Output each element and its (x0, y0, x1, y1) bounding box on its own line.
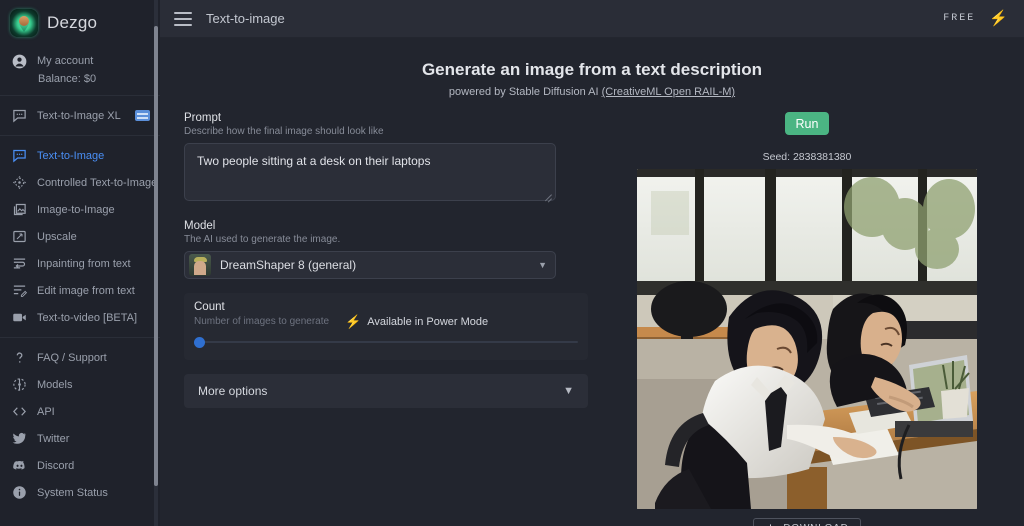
brand[interactable]: Dezgo (0, 0, 160, 46)
count-help: Number of images to generate (194, 316, 330, 327)
sidebar-scrollbar[interactable] (154, 0, 158, 526)
sidebar-item-upscale[interactable]: Upscale (0, 223, 160, 250)
download-button[interactable]: DOWNLOAD (753, 518, 861, 526)
app-root: Dezgo My account Balance: $0 Text-to-Ima… (0, 0, 1024, 526)
seed-label: Seed: 2838381380 (762, 151, 852, 163)
form-column: Prompt Describe how the final image shou… (184, 112, 614, 526)
license-link[interactable]: (CreativeML Open RAIL-M) (602, 86, 735, 98)
edit-pencil-icon (10, 282, 28, 300)
models-node-icon (10, 376, 28, 394)
dezgo-logo-icon (10, 9, 38, 37)
prompt-label: Prompt (184, 112, 222, 124)
page-title: Generate an image from a text descriptio… (421, 60, 763, 79)
chevron-down-icon: ▼ (563, 385, 574, 397)
sidebar-item-label: Text-to-video [BETA] (37, 311, 138, 324)
more-options-label: More options (198, 384, 268, 398)
sidebar-item-label: API (37, 405, 55, 418)
inpaint-lines-icon (10, 255, 28, 273)
sidebar-item-text-to-image-xl[interactable]: Text-to-Image XL (0, 102, 160, 129)
account-balance: Balance: $0 (38, 73, 97, 85)
generated-image[interactable] (637, 169, 977, 509)
count-slider-thumb[interactable] (194, 337, 205, 348)
model-help: The AI used to generate the image. (184, 234, 341, 245)
two-column-layout: Prompt Describe how the final image shou… (160, 112, 1024, 526)
sidebar-item-label: Text-to-Image (37, 149, 105, 162)
sidebar-item-label: System Status (37, 486, 108, 499)
count-label: Count (194, 301, 225, 313)
chevron-down-icon: ▼ (538, 260, 547, 270)
prompt-input[interactable] (184, 143, 556, 201)
sidebar-item-discord[interactable]: Discord (0, 452, 160, 479)
count-slider[interactable] (194, 336, 578, 348)
sidebar-item-faq-support[interactable]: FAQ / Support (0, 344, 160, 371)
sidebar: Dezgo My account Balance: $0 Text-to-Ima… (0, 0, 160, 526)
sidebar-item-label: Edit image from text (37, 284, 135, 297)
lightning-bolt-icon[interactable]: ⚡ (989, 11, 1008, 26)
model-select[interactable]: DreamShaper 8 (general) ▼ (184, 251, 556, 279)
xl-badge-icon (134, 110, 150, 121)
sidebar-item-api[interactable]: API (0, 398, 160, 425)
model-thumbnail (189, 254, 211, 276)
page-subtitle: powered by Stable Diffusion AI (Creative… (160, 86, 1024, 98)
run-button[interactable]: Run (785, 112, 829, 135)
user-circle-icon (10, 52, 28, 70)
sidebar-item-controlled-text-to-image[interactable]: Controlled Text-to-Image (0, 169, 160, 196)
prompt-field: Prompt Describe how the final image shou… (184, 112, 614, 206)
sidebar-item-label: Models (37, 378, 73, 391)
sidebar-item-inpainting-from-text[interactable]: Inpainting from text (0, 250, 160, 277)
sidebar-item-label: Twitter (37, 432, 70, 445)
sidebar-item-label: FAQ / Support (37, 351, 107, 364)
count-slider-track (198, 341, 578, 343)
sidebar-item-label: Discord (37, 459, 75, 472)
move-control-icon (10, 174, 28, 192)
model-field: Model The AI used to generate the image.… (184, 220, 614, 279)
generated-image-container (637, 169, 977, 509)
account-section[interactable]: My account Balance: $0 (0, 46, 160, 96)
sidebar-item-image-to-image[interactable]: Image-to-Image (0, 196, 160, 223)
code-brackets-icon (10, 403, 28, 421)
info-circle-icon (10, 484, 28, 502)
twitter-bird-icon (10, 430, 28, 448)
hamburger-menu-icon[interactable] (174, 11, 192, 26)
sidebar-item-text-to-image[interactable]: Text-to-Image (0, 142, 160, 169)
account-label: My account (37, 55, 94, 67)
sidebar-item-label: Controlled Text-to-Image (37, 176, 158, 189)
output-column: Run Seed: 2838381380 (614, 112, 1000, 526)
chat-bubble-icon (10, 147, 28, 165)
plan-badge: FREE (943, 13, 976, 24)
sidebar-item-label: Text-to-Image XL (37, 109, 121, 122)
sidebar-item-label: Inpainting from text (37, 257, 131, 270)
sidebar-item-edit-image-from-text[interactable]: Edit image from text (0, 277, 160, 304)
sidebar-group-links: FAQ / Support Models API Twitter Discord… (0, 338, 160, 512)
discord-icon (10, 457, 28, 475)
sidebar-item-label: Image-to-Image (37, 203, 115, 216)
sidebar-group-tools: Text-to-Image Controlled Text-to-Image I… (0, 136, 160, 338)
sidebar-item-label: Upscale (37, 230, 77, 243)
sidebar-item-system-status[interactable]: System Status (0, 479, 160, 506)
image-icon (10, 201, 28, 219)
video-camera-icon (10, 309, 28, 327)
sidebar-item-models[interactable]: Models (0, 371, 160, 398)
sidebar-item-text-to-video[interactable]: Text-to-video [BETA] (0, 304, 160, 331)
brand-name: Dezgo (47, 13, 98, 32)
more-options-toggle[interactable]: More options ▼ (184, 374, 588, 408)
power-mode-label: Available in Power Mode (367, 315, 489, 328)
lightning-bolt-icon: ⚡ (345, 314, 362, 329)
main-area: Text-to-image FREE ⚡ Generate an image f… (160, 0, 1024, 526)
question-mark-icon (10, 349, 28, 367)
topbar: Text-to-image FREE ⚡ (160, 0, 1024, 38)
expand-icon (10, 228, 28, 246)
prompt-help: Describe how the final image should look… (184, 126, 384, 137)
page-content: Generate an image from a text descriptio… (160, 38, 1024, 526)
sidebar-item-twitter[interactable]: Twitter (0, 425, 160, 452)
chat-bubble-icon (10, 107, 28, 125)
page-subtitle-text: powered by Stable Diffusion AI (448, 86, 599, 98)
power-mode-badge: ⚡ Available in Power Mode (345, 315, 488, 328)
model-label: Model (184, 220, 216, 232)
model-selected-value: DreamShaper 8 (general) (220, 258, 357, 272)
page-breadcrumb-title: Text-to-image (206, 11, 285, 26)
sidebar-group-featured: Text-to-Image XL (0, 96, 160, 136)
count-field: Count Number of images to generate ⚡ Ava… (184, 293, 588, 360)
